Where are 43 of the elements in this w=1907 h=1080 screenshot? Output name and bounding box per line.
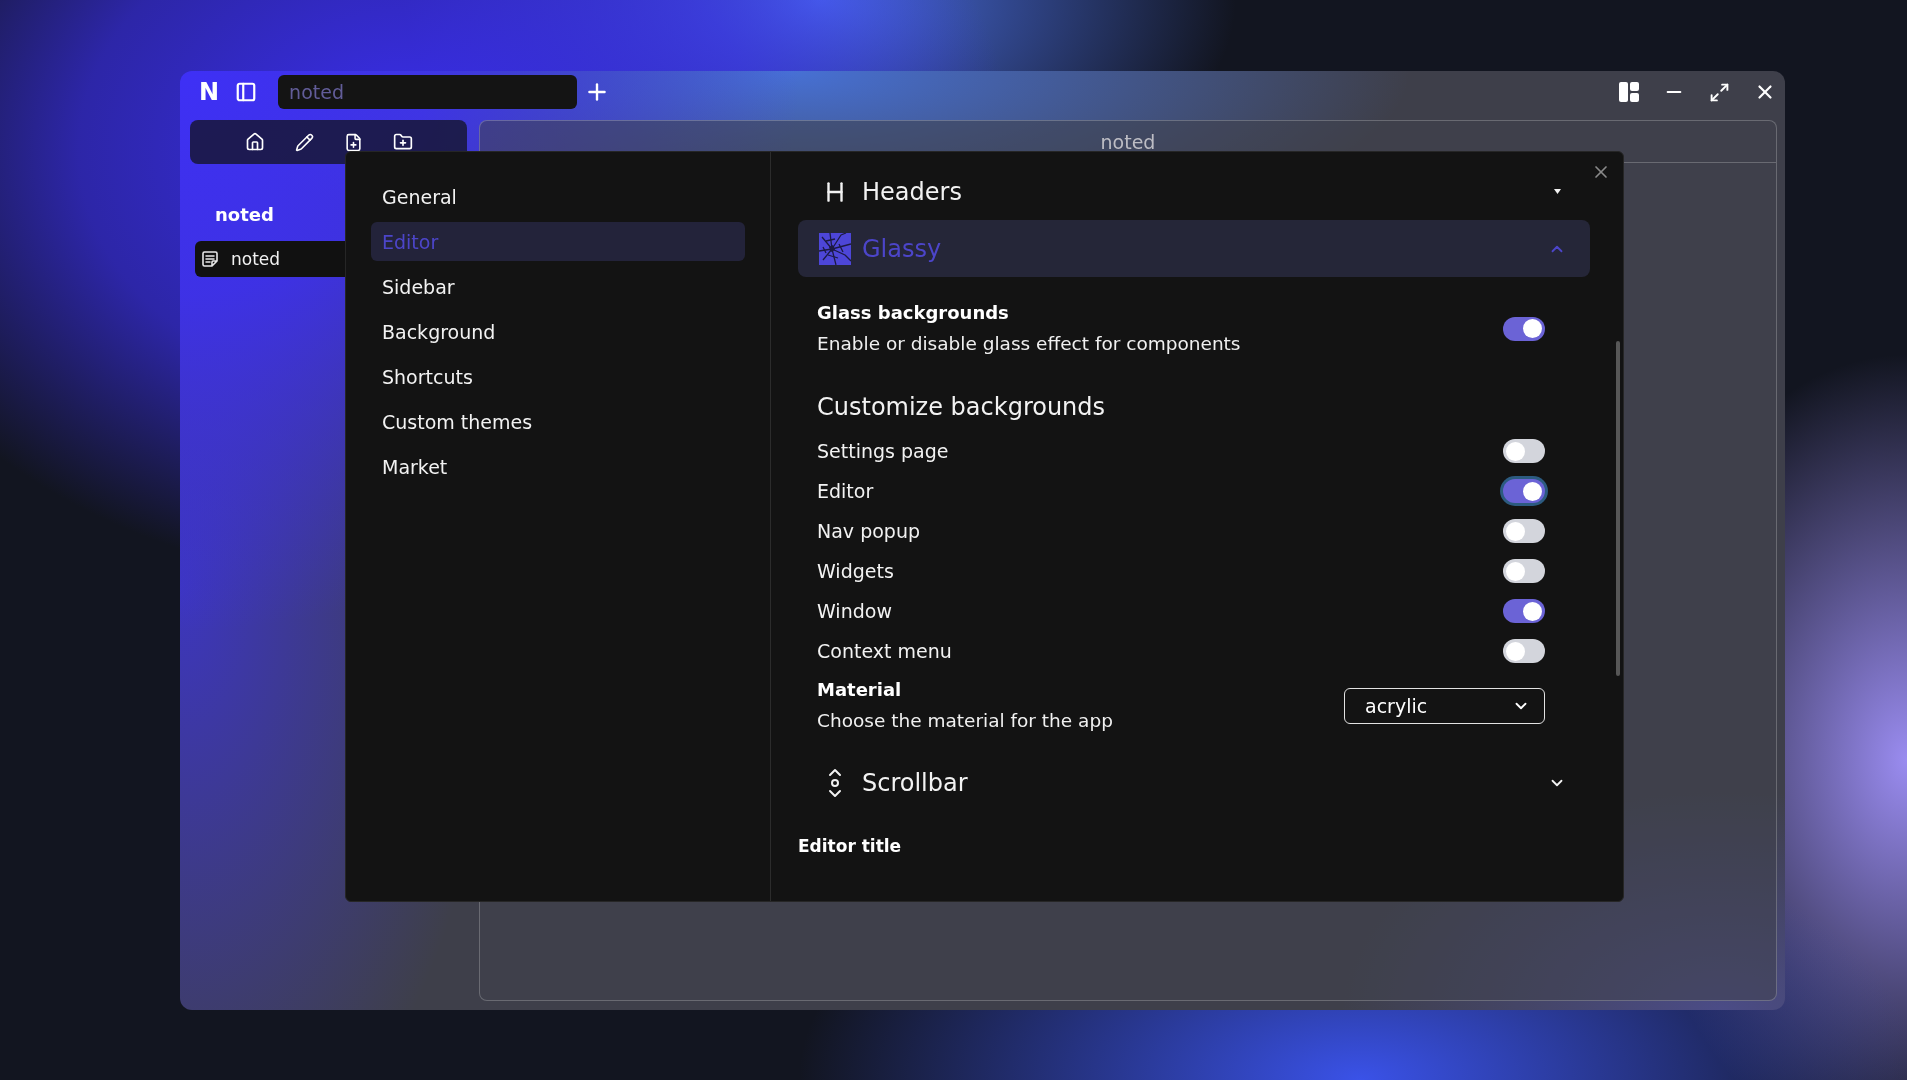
toggle-switch[interactable] (1503, 439, 1545, 463)
home-icon[interactable] (244, 132, 265, 152)
toggle-switch[interactable] (1503, 559, 1545, 583)
note-icon (202, 251, 218, 267)
scrollbar-thumb[interactable] (1616, 341, 1620, 676)
scroll-arrows-icon (828, 767, 842, 798)
setting-label: Editor (817, 480, 874, 502)
setting-description: Choose the material for the app (817, 709, 1113, 733)
section-header[interactable]: Scrollbar (798, 754, 1590, 811)
section-header[interactable]: Headers (798, 163, 1590, 220)
section-title: Editor title (798, 835, 903, 857)
setting-label: Settings page (817, 440, 949, 462)
sidebar-heading: noted (215, 203, 274, 227)
setting-label: Context menu (817, 640, 952, 662)
app-logo: N (199, 80, 220, 104)
settings-nav-item[interactable]: Custom themes (371, 402, 745, 441)
settings-nav-item[interactable]: Sidebar (371, 267, 745, 306)
caret-icon (1553, 189, 1561, 194)
maximize-icon[interactable] (1709, 81, 1730, 103)
toggle-switch[interactable] (1503, 599, 1545, 623)
layout-icon[interactable] (1619, 82, 1639, 102)
panel-title: noted (1100, 130, 1156, 153)
settings-nav-item[interactable]: General (371, 177, 745, 216)
cracked-glass-icon (819, 232, 851, 265)
folder-plus-icon[interactable] (392, 132, 413, 152)
setting-label: Nav popup (817, 520, 920, 542)
setting-title: Material (817, 678, 903, 702)
material-select[interactable]: acrylic (1344, 687, 1545, 724)
toggle-switch[interactable] (1503, 639, 1545, 663)
settings-nav-item[interactable]: Market (371, 447, 745, 486)
file-plus-icon[interactable] (343, 132, 363, 152)
toggle-switch[interactable] (1503, 316, 1545, 341)
title-field[interactable]: noted (278, 75, 578, 109)
panel-icon[interactable] (235, 81, 258, 103)
setting-label: Widgets (817, 560, 894, 582)
setting-label: Window (817, 600, 892, 622)
settings-nav-item[interactable]: Background (371, 312, 745, 351)
toggle-switch[interactable] (1503, 519, 1545, 543)
group-heading: Customize backgrounds (817, 392, 1107, 423)
settings-nav-item[interactable]: Shortcuts (371, 357, 745, 396)
pencil-icon[interactable] (294, 132, 314, 152)
setting-description: Enable or disable glass effect for components (817, 332, 1241, 356)
setting-title: Glass backgrounds (817, 301, 1010, 325)
